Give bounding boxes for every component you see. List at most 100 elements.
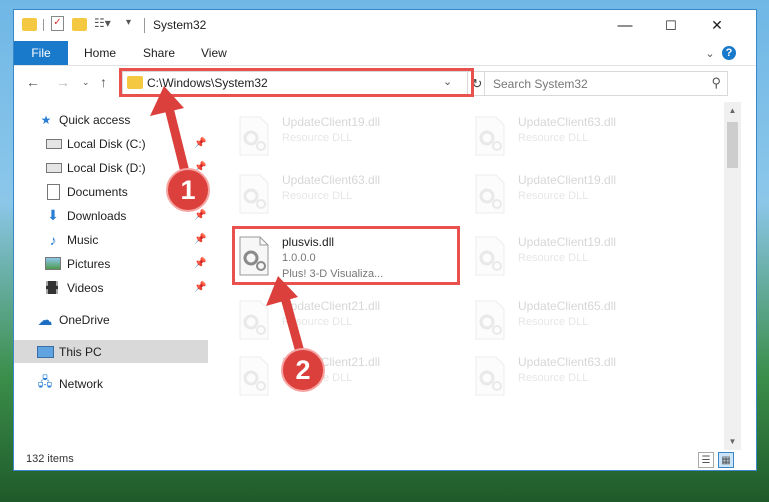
- divider: [43, 19, 44, 31]
- help-icon[interactable]: ?: [722, 46, 736, 60]
- navigation-bar: ← → ⌄ ↑ C:\Windows\System32 ⌄ ↻ Search S…: [14, 66, 756, 100]
- dropdown-icon[interactable]: ▾: [126, 17, 131, 28]
- file-tile[interactable]: UpdateClient65.dll Resource DLL: [472, 296, 682, 346]
- sidebar-item-label: Quick access: [59, 112, 131, 127]
- details-view-icon[interactable]: ☰: [698, 452, 714, 468]
- sidebar-item-downloads[interactable]: ⬇ Downloads 📌: [14, 204, 208, 227]
- file-list: UpdateClient19.dll Resource DLL UpdateCl…: [208, 106, 726, 450]
- file-description: Resource DLL: [282, 372, 353, 384]
- tab-file[interactable]: File: [14, 41, 68, 65]
- file-name: UpdateClient19.dll: [518, 173, 617, 187]
- file-tile[interactable]: UpdateClient19.dll Resource DLL: [472, 170, 682, 220]
- file-description: Plus! 3-D Visualiza...: [282, 268, 384, 280]
- dll-file-icon: [239, 236, 269, 276]
- recent-locations-icon[interactable]: ⌄: [82, 77, 90, 88]
- drive-icon: [46, 138, 62, 149]
- scroll-up-icon[interactable]: ▲: [724, 102, 741, 119]
- sidebar-item-label: This PC: [59, 344, 102, 359]
- title-separator: [144, 18, 145, 33]
- sidebar-item-pictures[interactable]: Pictures 📌: [14, 252, 208, 275]
- sidebar-item-music[interactable]: ♪ Music 📌: [14, 228, 208, 251]
- maximize-button[interactable]: ☐: [648, 10, 694, 41]
- chevron-down-icon[interactable]: ⌄: [443, 75, 452, 88]
- address-bar[interactable]: C:\Windows\System32 ⌄ ↻: [122, 71, 487, 96]
- file-description: Resource DLL: [282, 190, 353, 202]
- pin-icon[interactable]: 📌: [194, 210, 206, 221]
- drive-icon: [46, 162, 62, 173]
- pictures-icon: [45, 257, 61, 270]
- sidebar-item-videos[interactable]: Videos 📌: [14, 276, 208, 299]
- scroll-down-icon[interactable]: ▼: [724, 433, 741, 450]
- dll-file-icon: [239, 174, 269, 214]
- pin-icon[interactable]: 📌: [194, 282, 206, 293]
- customize-icon[interactable]: ☷▾: [94, 16, 111, 30]
- tab-home[interactable]: Home: [84, 46, 116, 60]
- tab-view[interactable]: View: [201, 46, 227, 60]
- pin-icon[interactable]: 📌: [194, 258, 206, 269]
- sidebar-item-documents[interactable]: Documents 📌: [14, 180, 208, 203]
- dll-file-icon: [475, 174, 505, 214]
- up-icon[interactable]: ↑: [100, 74, 107, 90]
- dll-file-icon: [475, 300, 505, 340]
- search-placeholder: Search System32: [493, 77, 588, 91]
- properties-icon[interactable]: ✓: [51, 16, 64, 31]
- file-tile[interactable]: UpdateClient21.dll Resource DLL: [236, 296, 446, 346]
- file-tile[interactable]: UpdateClient63.dll Resource DLL: [472, 352, 682, 402]
- star-icon: ★: [40, 112, 52, 127]
- file-name: UpdateClient63.dll: [518, 355, 617, 369]
- pin-icon[interactable]: 📌: [194, 234, 206, 245]
- sidebar-item-label: Pictures: [67, 256, 111, 271]
- address-path[interactable]: C:\Windows\System32: [147, 76, 268, 90]
- file-description: Resource DLL: [518, 132, 589, 144]
- item-count: 132 items: [26, 453, 74, 465]
- documents-icon: [47, 183, 60, 200]
- sidebar-item-this-pc[interactable]: This PC: [14, 340, 208, 363]
- scroll-thumb[interactable]: [727, 122, 738, 168]
- file-tile[interactable]: UpdateClient19.dll Resource DLL: [236, 112, 446, 162]
- status-bar: 132 items ☰ ▦: [14, 450, 756, 470]
- forward-icon[interactable]: →: [56, 74, 70, 90]
- back-icon[interactable]: ←: [26, 74, 40, 90]
- file-name: UpdateClient63.dll: [282, 173, 381, 187]
- file-tile-plusvis[interactable]: plusvis.dll 1.0.0.0 Plus! 3-D Visualiza.…: [236, 232, 446, 282]
- cloud-icon: ☁: [37, 311, 53, 329]
- title-bar: ✓ ☷▾ ▾ System32 — ☐ ✕: [14, 10, 756, 41]
- network-icon: 🖧: [37, 373, 53, 389]
- sidebar-item-label: Music: [67, 232, 99, 247]
- dll-file-icon: [239, 116, 269, 156]
- file-description: Resource DLL: [518, 252, 589, 264]
- file-tile[interactable]: UpdateClient63.dll Resource DLL: [472, 112, 682, 162]
- file-name: UpdateClient19.dll: [282, 115, 381, 129]
- sidebar-item-onedrive[interactable]: ☁ OneDrive: [14, 308, 208, 331]
- sidebar-item-label: Downloads: [67, 208, 127, 223]
- file-name: plusvis.dll: [282, 235, 335, 249]
- file-tile[interactable]: UpdateClient21.dll Resource DLL: [236, 352, 446, 402]
- pin-icon[interactable]: 📌: [194, 162, 206, 173]
- vertical-scrollbar[interactable]: ▲ ▼: [724, 102, 741, 450]
- computer-icon: [37, 345, 54, 358]
- file-description: Resource DLL: [518, 190, 589, 202]
- search-input[interactable]: Search System32 ⚲: [484, 71, 728, 96]
- file-tile[interactable]: UpdateClient19.dll Resource DLL: [472, 232, 682, 282]
- file-name: UpdateClient21.dll: [282, 299, 381, 313]
- close-button[interactable]: ✕: [694, 10, 740, 41]
- sidebar-item-local-disk-c[interactable]: Local Disk (C:) 📌: [14, 132, 208, 155]
- tab-share[interactable]: Share: [143, 46, 175, 60]
- file-description: Resource DLL: [282, 132, 353, 144]
- pin-icon[interactable]: 📌: [194, 138, 206, 149]
- tiles-view-icon[interactable]: ▦: [718, 452, 734, 468]
- file-name: UpdateClient65.dll: [518, 299, 617, 313]
- expand-ribbon-icon[interactable]: ⌄: [702, 45, 718, 61]
- sidebar-item-quick-access[interactable]: ★ Quick access: [14, 108, 208, 131]
- pin-icon[interactable]: 📌: [194, 186, 206, 197]
- file-name: UpdateClient21.dll: [282, 355, 381, 369]
- minimize-button[interactable]: —: [602, 10, 648, 41]
- sidebar-item-network[interactable]: 🖧 Network: [14, 372, 208, 395]
- new-folder-icon[interactable]: [72, 18, 87, 31]
- download-icon: ⬇: [47, 207, 59, 223]
- sidebar-item-local-disk-d[interactable]: Local Disk (D:) 📌: [14, 156, 208, 179]
- folder-icon[interactable]: [22, 18, 37, 31]
- sidebar-item-label: Local Disk (C:): [67, 136, 146, 151]
- file-description: Resource DLL: [282, 316, 353, 328]
- file-tile[interactable]: UpdateClient63.dll Resource DLL: [236, 170, 446, 220]
